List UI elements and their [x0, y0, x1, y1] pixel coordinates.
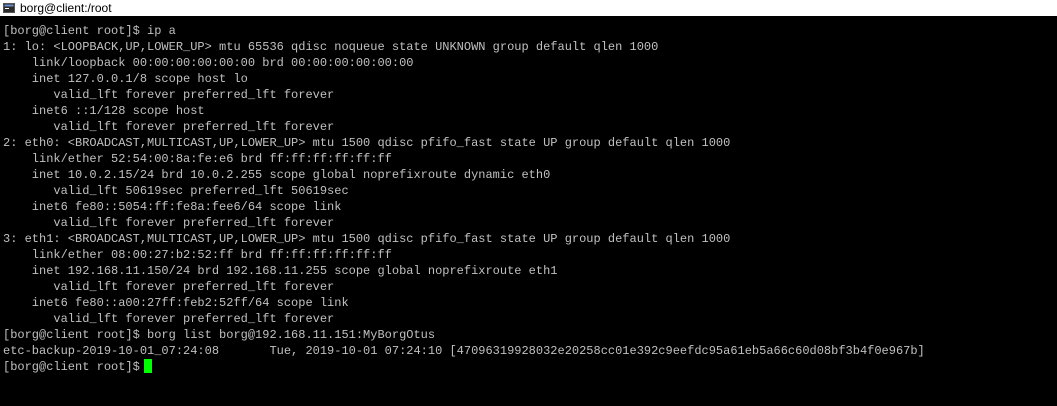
terminal-line-text: link/ether 52:54:00:8a:fe:e6 brd ff:ff:f… — [3, 152, 392, 166]
terminal-line-text: [borg@client root]$ — [3, 360, 140, 374]
cursor-block — [143, 359, 152, 373]
window-title: borg@client:/root — [20, 1, 112, 15]
terminal-line-text: inet6 fe80::5054:ff:fe8a:fee6/64 scope l… — [3, 200, 342, 214]
terminal-line: inet6 fe80::5054:ff:fe8a:fee6/64 scope l… — [0, 199, 1057, 215]
terminal-line-text: inet 10.0.2.15/24 brd 10.0.2.255 scope g… — [3, 168, 551, 182]
terminal-line-text: valid_lft forever preferred_lft forever — [3, 88, 335, 102]
terminal-line-text: valid_lft 50619sec preferred_lft 50619se… — [3, 184, 349, 198]
terminal-line-text: 1: lo: <LOOPBACK,UP,LOWER_UP> mtu 65536 … — [3, 40, 659, 54]
terminal-line-text: [borg@client root]$ ip a — [3, 24, 176, 38]
terminal-line: 2: eth0: <BROADCAST,MULTICAST,UP,LOWER_U… — [0, 135, 1057, 151]
terminal-line: valid_lft forever preferred_lft forever — [0, 311, 1057, 327]
terminal-line-text: 3: eth1: <BROADCAST,MULTICAST,UP,LOWER_U… — [3, 232, 731, 246]
terminal-line-text: inet6 fe80::a00:27ff:feb2:52ff/64 scope … — [3, 296, 349, 310]
terminal-line: valid_lft forever preferred_lft forever — [0, 119, 1057, 135]
terminal-line: inet 127.0.0.1/8 scope host lo — [0, 71, 1057, 87]
terminal-line: link/loopback 00:00:00:00:00:00 brd 00:0… — [0, 55, 1057, 71]
terminal-window: borg@client:/root [borg@client root]$ ip… — [0, 0, 1057, 406]
terminal-line: 3: eth1: <BROADCAST,MULTICAST,UP,LOWER_U… — [0, 231, 1057, 247]
terminal-line: inet 192.168.11.150/24 brd 192.168.11.25… — [0, 263, 1057, 279]
terminal-line: [borg@client root]$ ip a — [0, 23, 1057, 39]
terminal-line-text: link/loopback 00:00:00:00:00:00 brd 00:0… — [3, 56, 414, 70]
terminal-line: valid_lft forever preferred_lft forever — [0, 215, 1057, 231]
terminal-line-text: valid_lft forever preferred_lft forever — [3, 280, 335, 294]
terminal-line: inet6 fe80::a00:27ff:feb2:52ff/64 scope … — [0, 295, 1057, 311]
terminal-app-icon — [3, 3, 15, 13]
terminal-line-text: link/ether 08:00:27:b2:52:ff brd ff:ff:f… — [3, 248, 392, 262]
terminal-line: link/ether 52:54:00:8a:fe:e6 brd ff:ff:f… — [0, 151, 1057, 167]
terminal-line: inet6 ::1/128 scope host — [0, 103, 1057, 119]
terminal-line-text: inet 127.0.0.1/8 scope host lo — [3, 72, 248, 86]
terminal-line-text: etc-backup-2019-10-01_07:24:08 Tue, 2019… — [3, 344, 925, 358]
terminal-line-text: [borg@client root]$ borg list borg@192.1… — [3, 328, 436, 342]
terminal-line-text: inet 192.168.11.150/24 brd 192.168.11.25… — [3, 264, 558, 278]
terminal-line: inet 10.0.2.15/24 brd 10.0.2.255 scope g… — [0, 167, 1057, 183]
terminal-line: [borg@client root]$ — [0, 359, 1057, 375]
terminal-line-text: valid_lft forever preferred_lft forever — [3, 216, 335, 230]
terminal-line-text: inet6 ::1/128 scope host — [3, 104, 205, 118]
terminal-line: etc-backup-2019-10-01_07:24:08 Tue, 2019… — [0, 343, 1057, 359]
terminal-line-text: valid_lft forever preferred_lft forever — [3, 120, 335, 134]
terminal-line-text: valid_lft forever preferred_lft forever — [3, 312, 335, 326]
terminal-line: valid_lft forever preferred_lft forever — [0, 87, 1057, 103]
terminal-output[interactable]: [borg@client root]$ ip a 1: lo: <LOOPBACK… — [0, 23, 1057, 406]
title-bar[interactable]: borg@client:/root — [0, 0, 1057, 16]
terminal-line: link/ether 08:00:27:b2:52:ff brd ff:ff:f… — [0, 247, 1057, 263]
terminal-line-text: 2: eth0: <BROADCAST,MULTICAST,UP,LOWER_U… — [3, 136, 731, 150]
terminal-line: valid_lft forever preferred_lft forever — [0, 279, 1057, 295]
terminal-line: valid_lft 50619sec preferred_lft 50619se… — [0, 183, 1057, 199]
terminal-line: [borg@client root]$ borg list borg@192.1… — [0, 327, 1057, 343]
terminal-line: 1: lo: <LOOPBACK,UP,LOWER_UP> mtu 65536 … — [0, 39, 1057, 55]
